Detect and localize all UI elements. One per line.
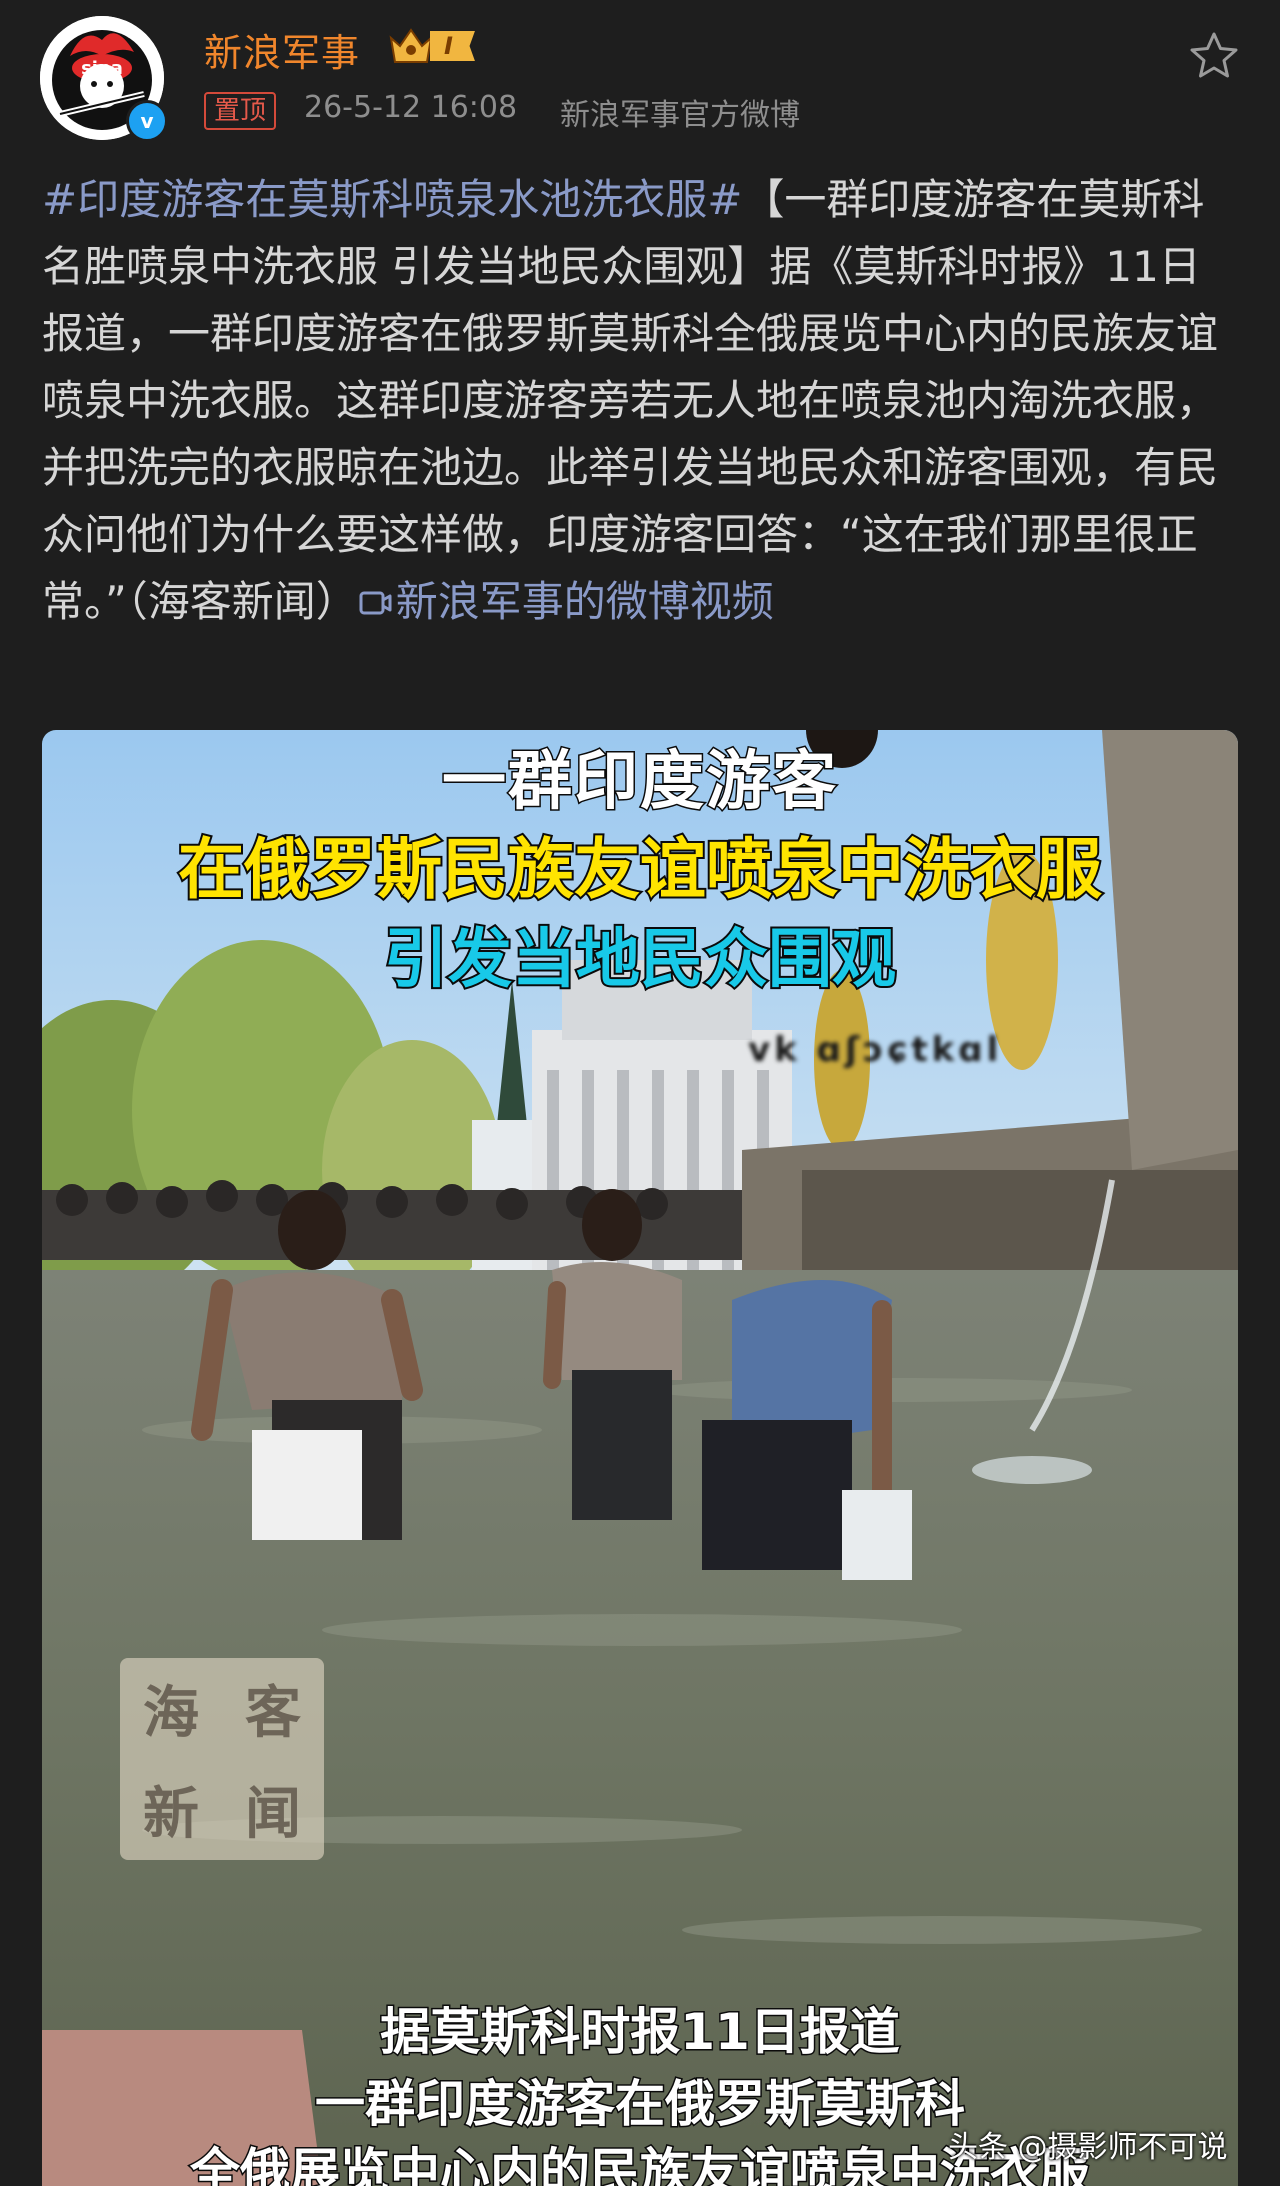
watermark-char: 客	[245, 1680, 301, 1746]
video-link[interactable]: 新浪军事的微博视频	[358, 577, 774, 626]
hashtag-link[interactable]: #印度游客在莫斯科喷泉水池洗衣服#	[42, 175, 742, 224]
video-icon	[359, 591, 392, 615]
post-header: sina v 新浪军事 I 置顶 26-5-12 16:08 新浪军事官方微博	[0, 0, 1280, 150]
haike-news-watermark: 海 客 新 闻	[120, 1658, 324, 1860]
post-body-text: 【一群印度游客在莫斯科名胜喷泉中洗衣服 引发当地民众围观】据《莫斯科时报》11日…	[42, 175, 1219, 626]
video-caption-line-1: 一群印度游客	[441, 744, 838, 821]
obscured-sign-text: vk ɑʃɔɕtkɑl	[748, 1030, 1003, 1070]
post-source[interactable]: 新浪军事官方微博	[560, 90, 800, 134]
post-body: #印度游客在莫斯科喷泉水池洗衣服#【一群印度游客在莫斯科名胜喷泉中洗衣服 引发当…	[42, 166, 1242, 635]
pinned-badge: 置顶	[204, 92, 277, 130]
star-icon[interactable]	[1186, 28, 1242, 84]
watermark-char: 闻	[245, 1781, 301, 1847]
svg-text:sina: sina	[81, 58, 123, 79]
level-value: I	[430, 31, 475, 61]
video-caption-line-2: 在俄罗斯民族友谊喷泉中洗衣服	[176, 829, 1104, 910]
crown-icon	[389, 28, 433, 63]
video-subtitle-line-1: 据莫斯科时报11日报道	[379, 2002, 902, 2063]
verified-icon: v	[126, 100, 168, 142]
video-thumbnail[interactable]: 一群印度游客 在俄罗斯民族友谊喷泉中洗衣服 引发当地民众围观 vk ɑʃɔɕtk…	[42, 730, 1238, 2186]
source-credit-watermark: 头条 @摄影师不可说	[948, 2130, 1228, 2165]
author-name[interactable]: 新浪军事	[204, 22, 360, 77]
watermark-char: 新	[143, 1781, 199, 1847]
video-caption-line-3: 引发当地民众围观	[382, 921, 898, 999]
watermark-char: 海	[143, 1680, 199, 1746]
post-time: 26-5-12 16:08	[304, 90, 518, 125]
video-link-label: 新浪军事的微博视频	[395, 577, 774, 626]
level-badge[interactable]: I	[388, 26, 475, 66]
